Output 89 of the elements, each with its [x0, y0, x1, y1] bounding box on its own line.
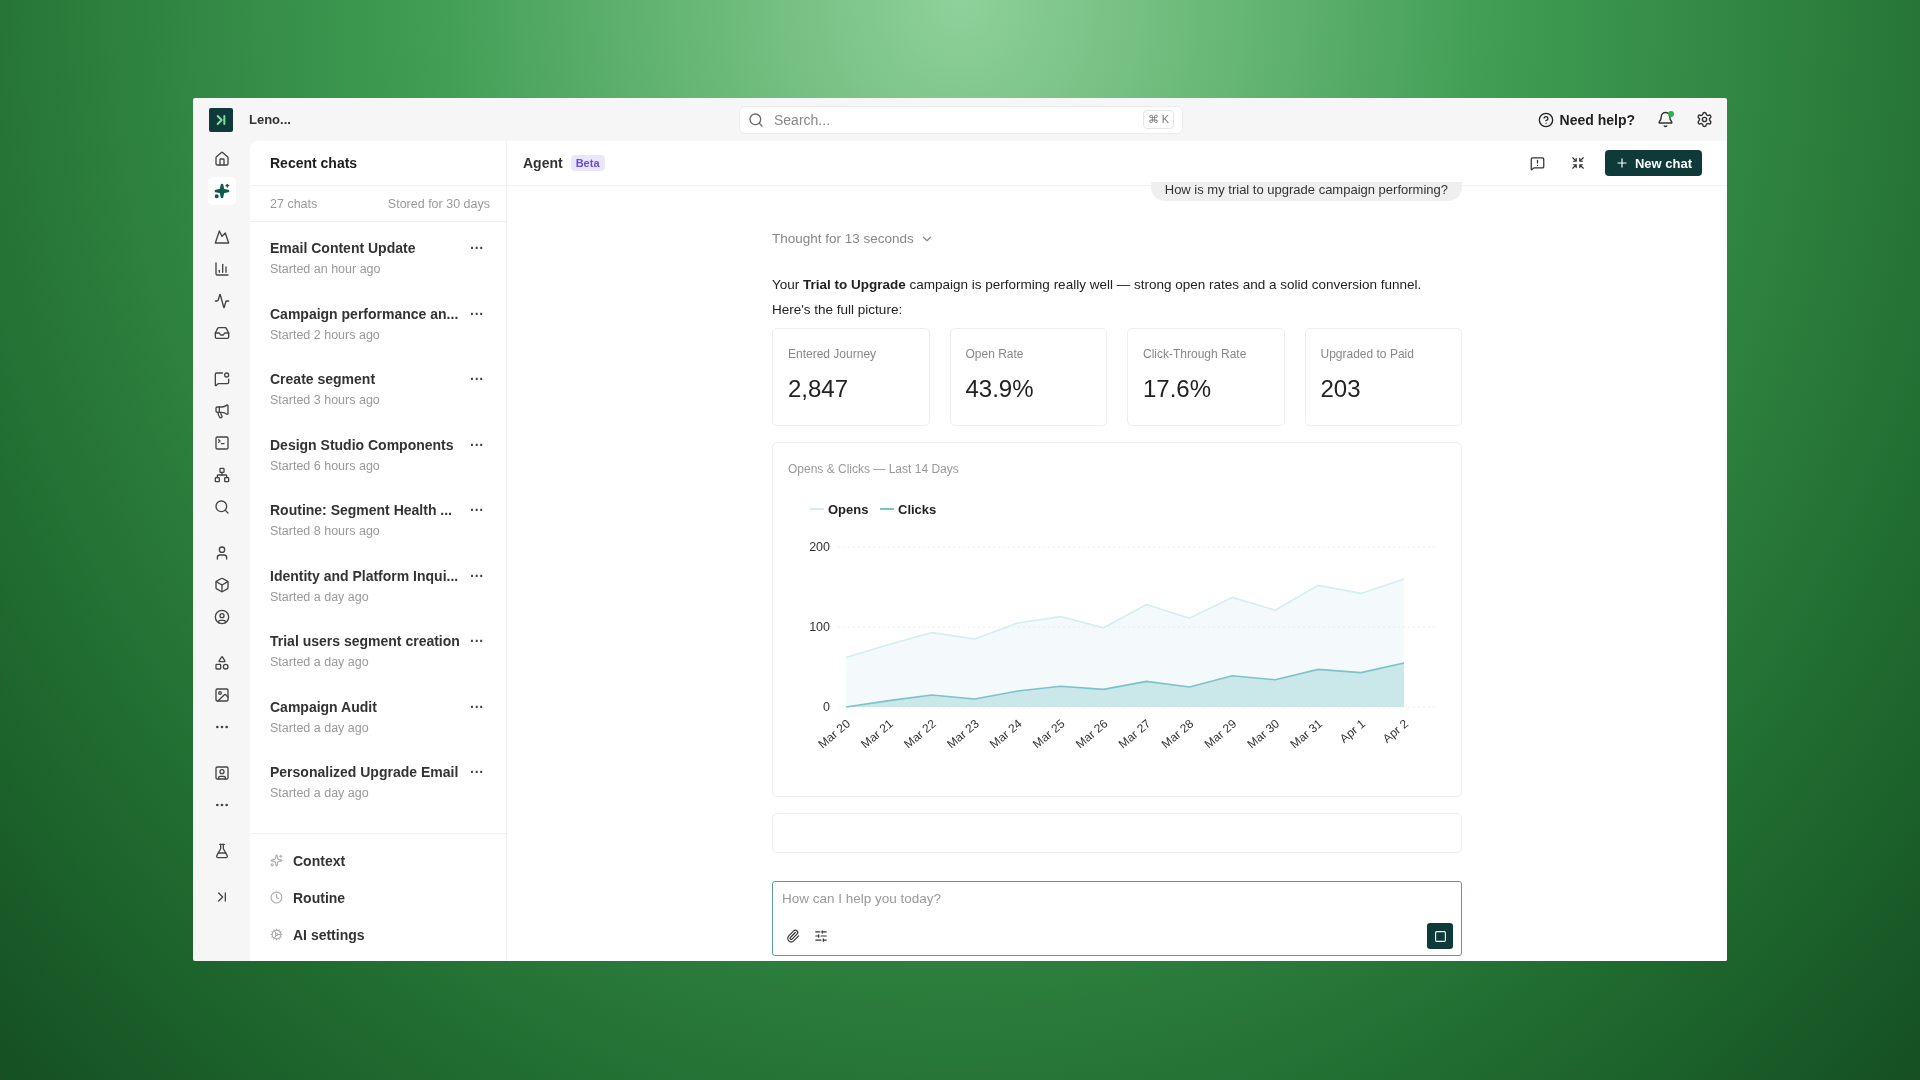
- chat-title[interactable]: Identity and Platform Inqui...: [270, 567, 462, 584]
- chat-title[interactable]: Routine: Segment Health ...: [270, 502, 462, 518]
- axis-label: Mar 31: [1287, 716, 1326, 752]
- chat-title[interactable]: Personalized Upgrade Email: [270, 764, 462, 780]
- more-button[interactable]: ···: [462, 240, 492, 256]
- axis-label: Mar 28: [1158, 716, 1197, 752]
- axis-label: Mar 22: [901, 716, 939, 752]
- shrink-icon[interactable]: [1570, 156, 1585, 170]
- panel-link[interactable]: AI settings: [270, 916, 506, 953]
- legend-label: Opens: [828, 502, 869, 517]
- stat-label: Upgraded to Paid: [1320, 347, 1415, 361]
- search-field[interactable]: Search...: [772, 110, 1135, 129]
- sparkle-icon[interactable]: [207, 177, 236, 205]
- stat-value: 43.9%: [965, 375, 1035, 403]
- search-box[interactable]: Search... ⌘ K: [739, 105, 1183, 134]
- shortcut-hint: ⌘ K: [1142, 110, 1174, 129]
- panel-title: Recent chats: [270, 155, 358, 171]
- more-button[interactable]: ···: [462, 436, 492, 453]
- chat-title[interactable]: Create segment: [270, 371, 462, 387]
- chat-time: Started a day ago: [270, 589, 370, 604]
- stat-label: Click-Through Rate: [1143, 347, 1248, 361]
- stat-value: 17.6%: [1143, 375, 1213, 403]
- feedback-icon[interactable]: [1529, 155, 1545, 171]
- stop-icon: [1433, 929, 1447, 943]
- more-button[interactable]: ···: [462, 633, 492, 649]
- plus-icon: [1614, 156, 1629, 170]
- axis-label: Mar 25: [1029, 716, 1068, 752]
- chat-time: Started 2 hours ago: [270, 327, 381, 342]
- chat-title[interactable]: Campaign performance an...: [270, 305, 462, 322]
- chat-time: Started a day ago: [270, 786, 370, 800]
- axis-label: Mar 24: [987, 716, 1025, 752]
- context-icon: [270, 854, 283, 867]
- axis-label: Mar 27: [1115, 716, 1154, 752]
- attach-icon[interactable]: [786, 929, 800, 943]
- beta-badge: Beta: [570, 155, 605, 171]
- more-button[interactable]: ···: [462, 567, 492, 584]
- legend-label: Clicks: [898, 502, 937, 517]
- new-chat-button[interactable]: New chat: [1604, 150, 1702, 176]
- more-button[interactable]: ···: [462, 502, 492, 518]
- chat-time: Started 3 hours ago: [270, 393, 381, 407]
- axis-label: Mar 29: [1201, 716, 1240, 752]
- axis-label: Apr 2: [1379, 716, 1411, 746]
- panel-link[interactable]: Routine: [270, 879, 506, 916]
- chat-title[interactable]: Campaign Audit: [270, 698, 462, 715]
- stat-value: 2,847: [788, 375, 850, 403]
- help-icon: [1537, 111, 1554, 128]
- settings-icon: [270, 928, 283, 941]
- chat-title[interactable]: Design Studio Components: [270, 436, 462, 453]
- answer-text: Here's the full picture:: [772, 301, 904, 319]
- user-message: How is my trial to upgrade campaign performing?: [1150, 182, 1462, 201]
- routine-icon: [270, 891, 283, 904]
- notification-icon[interactable]: [1657, 111, 1674, 128]
- chat-time: Started an hour ago: [270, 262, 382, 276]
- more-button[interactable]: ···: [462, 305, 492, 322]
- more-button[interactable]: ···: [462, 764, 492, 780]
- stat-label: Open Rate: [965, 347, 1025, 361]
- panel-link[interactable]: Context: [270, 842, 506, 879]
- axis-label: Apr 1: [1337, 716, 1368, 746]
- thought-toggle[interactable]: Thought for 13 seconds: [772, 231, 934, 246]
- axis-label: 100: [809, 620, 830, 634]
- chat-time: Started a day ago: [270, 720, 370, 735]
- chat-time: Started 8 hours ago: [270, 524, 381, 538]
- axis-label: Mar 21: [858, 716, 896, 752]
- axis-label: Mar 23: [944, 716, 982, 752]
- answer-text: Your Trial to Upgrade campaign is performing really well — strong open rates and a solid conversion funnel.: [772, 276, 1423, 294]
- chat-count: 27 chats: [270, 196, 318, 211]
- axis-label: Mar 30: [1244, 716, 1283, 752]
- sliders-icon[interactable]: [814, 929, 828, 943]
- stat-label: Entered Journey: [788, 347, 878, 361]
- chart-title: Opens & Clicks — Last 14 Days: [788, 462, 959, 476]
- chat-title[interactable]: Trial users segment creation: [270, 633, 462, 649]
- retention-note: Stored for 30 days: [387, 196, 490, 211]
- more-button[interactable]: ···: [462, 698, 492, 715]
- help-button[interactable]: Need help?: [1537, 111, 1635, 128]
- settings-icon[interactable]: [1696, 111, 1713, 128]
- stat-value: 203: [1320, 375, 1362, 403]
- axis-label: Mar 26: [1072, 716, 1111, 752]
- search-icon: [748, 111, 764, 128]
- logo-icon: [209, 107, 233, 132]
- axis-label: Mar 20: [815, 716, 853, 752]
- agent-title: Agent: [523, 155, 563, 171]
- axis-label: 0: [823, 700, 830, 714]
- axis-label: 200: [809, 540, 830, 554]
- stop-button[interactable]: [1427, 923, 1453, 949]
- more-button[interactable]: ···: [462, 371, 492, 387]
- chat-time: Started 6 hours ago: [270, 458, 381, 473]
- workspace-name[interactable]: Leno...: [249, 112, 291, 127]
- chat-time: Started a day ago: [270, 655, 370, 669]
- chat-title[interactable]: Email Content Update: [270, 240, 462, 256]
